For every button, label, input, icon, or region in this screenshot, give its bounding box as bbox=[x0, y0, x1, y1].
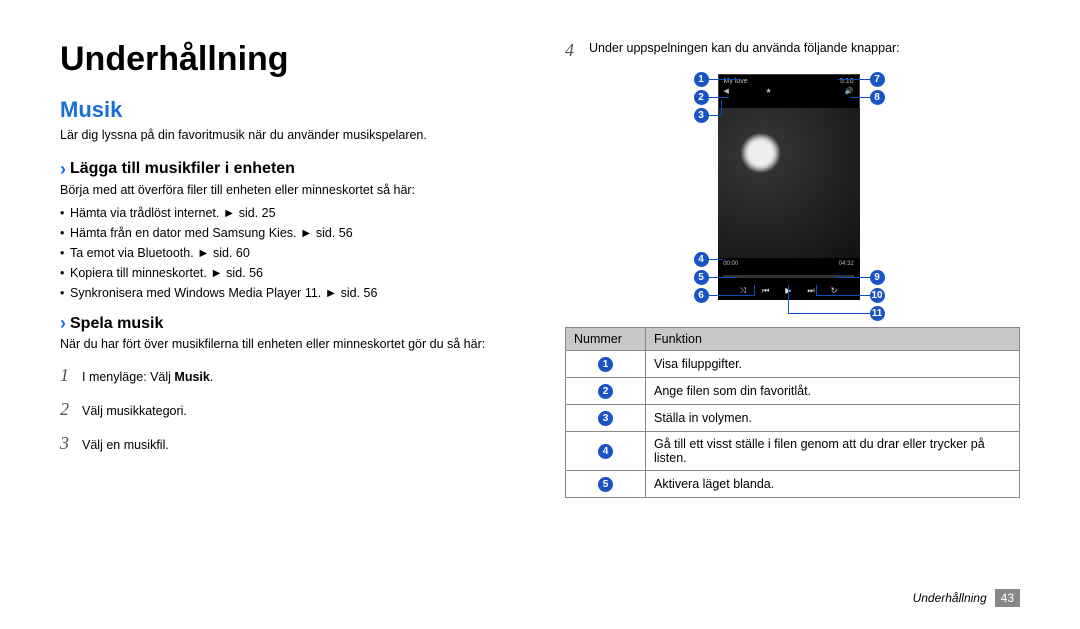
callout-7: 7 bbox=[870, 72, 885, 87]
section-title: Musik bbox=[60, 97, 515, 123]
table-header-row: Nummer Funktion bbox=[566, 327, 1020, 350]
page-footer: Underhållning 43 bbox=[913, 589, 1020, 607]
table-cell-function: Ställa in volymen. bbox=[646, 404, 1020, 431]
row-number-badge: 3 bbox=[598, 411, 613, 426]
elapsed-time: 00:00 bbox=[723, 261, 738, 267]
subsection-add-files: › Lägga till musikfiler i enheten bbox=[60, 159, 515, 180]
callout-6: 6 bbox=[694, 288, 709, 303]
table-header-function: Funktion bbox=[646, 327, 1020, 350]
album-art bbox=[718, 108, 860, 258]
table-cell-function: Gå till ett visst ställe i filen genom a… bbox=[646, 431, 1020, 470]
step-text: Välj en musikfil. bbox=[82, 434, 169, 458]
fav-icon: ★ bbox=[765, 87, 771, 95]
function-table: Nummer Funktion 1 Visa filuppgifter. 2 A… bbox=[565, 327, 1020, 498]
page-title: Underhållning bbox=[60, 40, 515, 79]
table-row: 5 Aktivera läget blanda. bbox=[566, 470, 1020, 497]
table-cell-function: Ange filen som din favoritlåt. bbox=[646, 377, 1020, 404]
row-number-badge: 1 bbox=[598, 357, 613, 372]
table-cell-function: Aktivera läget blanda. bbox=[646, 470, 1020, 497]
step-item: 2 Välj musikkategori. bbox=[60, 392, 515, 426]
callout-8: 8 bbox=[870, 90, 885, 105]
bullet-list: Hämta via trådlöst internet. ► sid. 25 H… bbox=[60, 203, 515, 303]
step-number: 2 bbox=[60, 392, 74, 426]
total-time: 04:32 bbox=[839, 261, 854, 267]
row-number-badge: 2 bbox=[598, 384, 613, 399]
step-4-row: 4 Under uppspelningen kan du använda föl… bbox=[565, 40, 1020, 62]
list-item: Ta emot via Bluetooth. ► sid. 60 bbox=[60, 243, 515, 263]
list-item: Hämta via trådlöst internet. ► sid. 25 bbox=[60, 203, 515, 223]
subsection-title: Spela musik bbox=[70, 315, 163, 333]
table-header-number: Nummer bbox=[566, 327, 646, 350]
step-text: Under uppspelningen kan du använda följa… bbox=[589, 40, 900, 58]
step-item: 1 I menyläge: Välj Musik. bbox=[60, 358, 515, 392]
row-number-badge: 5 bbox=[598, 477, 613, 492]
step-number: 4 bbox=[565, 40, 579, 61]
progress-bar bbox=[723, 275, 854, 278]
step-number: 1 bbox=[60, 358, 74, 392]
right-column: 4 Under uppspelningen kan du använda föl… bbox=[565, 40, 1020, 498]
subsection-intro: Börja med att överföra filer till enhete… bbox=[60, 182, 515, 200]
subsection-intro: När du har fört över musikfilerna till e… bbox=[60, 336, 515, 354]
list-item: Synkronisera med Windows Media Player 11… bbox=[60, 283, 515, 303]
callout-11: 11 bbox=[870, 306, 885, 321]
steps-list: 1 I menyläge: Välj Musik. 2 Välj musikka… bbox=[60, 358, 515, 461]
section-intro: Lär dig lyssna på din favoritmusik när d… bbox=[60, 127, 515, 145]
step-text: Välj musikkategori. bbox=[82, 400, 187, 424]
volume-icon: 🔊 bbox=[845, 87, 854, 95]
player-controls: 00:00 04:32 ⤨ ⏮ ▶ ⏭ ↻ bbox=[718, 258, 860, 300]
table-row: 2 Ange filen som din favoritlåt. bbox=[566, 377, 1020, 404]
step-text: I menyläge: Välj Musik. bbox=[82, 366, 213, 390]
step-number: 3 bbox=[60, 426, 74, 460]
table-row: 1 Visa filuppgifter. bbox=[566, 350, 1020, 377]
table-row: 4 Gå till ett visst ställe i filen genom… bbox=[566, 431, 1020, 470]
table-cell-function: Visa filuppgifter. bbox=[646, 350, 1020, 377]
back-icon: ◀ bbox=[724, 87, 729, 95]
callout-3: 3 bbox=[694, 108, 709, 123]
step-item: 3 Välj en musikfil. bbox=[60, 426, 515, 460]
chevron-icon: › bbox=[60, 159, 66, 180]
callout-5: 5 bbox=[694, 270, 709, 285]
callout-4: 4 bbox=[694, 252, 709, 267]
callout-1: 1 bbox=[694, 72, 709, 87]
callout-2: 2 bbox=[694, 90, 709, 105]
screen-top-bar: My love 5.10 ◀ ★ 🔊 bbox=[719, 75, 859, 109]
subsection-play-music: › Spela musik bbox=[60, 313, 515, 334]
list-item: Hämta från en dator med Samsung Kies. ► … bbox=[60, 223, 515, 243]
prev-icon: ⏮ bbox=[762, 286, 769, 296]
footer-section-label: Underhållning bbox=[913, 591, 987, 605]
page-number: 43 bbox=[995, 589, 1020, 607]
subsection-title: Lägga till musikfiler i enheten bbox=[70, 160, 295, 178]
row-number-badge: 4 bbox=[598, 444, 613, 459]
left-column: Underhållning Musik Lär dig lyssna på di… bbox=[60, 40, 515, 498]
player-figure: My love 5.10 ◀ ★ 🔊 00:00 04:32 bbox=[638, 72, 948, 307]
list-item: Kopiera till minneskortet. ► sid. 56 bbox=[60, 263, 515, 283]
chevron-icon: › bbox=[60, 313, 66, 334]
callout-9: 9 bbox=[870, 270, 885, 285]
next-icon: ⏭ bbox=[807, 286, 814, 296]
table-row: 3 Ställa in volymen. bbox=[566, 404, 1020, 431]
callout-10: 10 bbox=[870, 288, 885, 303]
